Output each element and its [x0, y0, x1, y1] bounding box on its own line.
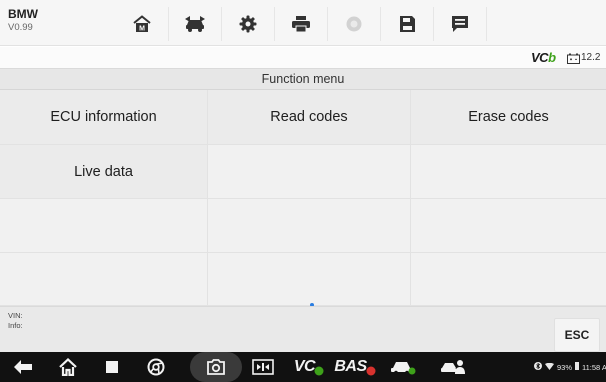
red-badge-icon: [366, 359, 376, 376]
vci-indicator: VCb: [531, 50, 556, 65]
browser-icon: [147, 358, 165, 376]
menu-cell-empty: [411, 145, 606, 199]
back-button[interactable]: [8, 352, 38, 382]
wifi-icon: [545, 362, 554, 372]
vehicle-shortcut-button[interactable]: [386, 352, 420, 382]
top-toolbar: BMW V0.99 M: [0, 0, 606, 46]
message-icon: [450, 15, 470, 33]
vehicle-info: VIN: Info:: [8, 311, 23, 331]
battery-icon: [575, 362, 580, 372]
battery-voltage-icon: [567, 51, 580, 69]
software-version: V0.99: [8, 22, 33, 33]
brand-name: BMW: [8, 7, 38, 21]
menu-item-ecu-information[interactable]: ECU information: [0, 90, 208, 145]
svg-text:M: M: [139, 26, 145, 33]
menu-cell-empty: [411, 253, 606, 306]
info-label: Info:: [8, 321, 23, 330]
menu-cell-empty: [0, 199, 208, 253]
bluetooth-icon: [534, 362, 542, 372]
help-icon: [345, 15, 363, 33]
esc-button[interactable]: ESC: [554, 318, 600, 352]
menu-item-read-codes[interactable]: Read codes: [208, 90, 411, 145]
settings-button[interactable]: [222, 7, 274, 41]
settings-icon: [239, 15, 257, 33]
vcds-shortcut-button[interactable]: VC: [289, 352, 329, 382]
message-button[interactable]: [434, 7, 486, 41]
screenshot-button[interactable]: [199, 352, 233, 382]
remote-expert-button[interactable]: [438, 352, 468, 382]
remote-expert-icon: [441, 359, 465, 375]
green-badge-icon: [314, 359, 324, 376]
screen-mirror-button[interactable]: [248, 352, 278, 382]
vcds-label: VC: [293, 358, 316, 375]
camera-icon: [206, 359, 226, 375]
menu-cell-empty: [208, 199, 411, 253]
bas-shortcut-button[interactable]: BAS: [333, 352, 377, 382]
battery-percent: 93%: [557, 362, 573, 372]
browser-button[interactable]: [141, 352, 171, 382]
clock: 11:58 A: [582, 362, 606, 372]
bas-label: BAS: [334, 358, 367, 375]
car-icon: [390, 359, 416, 375]
recent-apps-button[interactable]: [97, 352, 127, 382]
vin-label: VIN:: [8, 311, 23, 320]
function-menu-grid: ECU information Read codes Erase codes L…: [0, 90, 606, 306]
menu-cell-empty: [0, 253, 208, 306]
print-button[interactable]: [275, 7, 327, 41]
menu-item-erase-codes[interactable]: Erase codes: [411, 90, 606, 145]
help-button[interactable]: [328, 7, 380, 41]
vehicle-brand-block: BMW V0.99: [8, 7, 38, 34]
save-button[interactable]: [381, 7, 433, 41]
function-menu-title: Function menu: [0, 68, 606, 90]
home-button[interactable]: M: [116, 7, 168, 41]
vehicle-swap-button[interactable]: [169, 7, 221, 41]
menu-cell-empty: [208, 145, 411, 199]
home-icon: M: [132, 15, 152, 33]
print-icon: [291, 15, 311, 33]
save-icon: [398, 15, 416, 33]
home-nav-button[interactable]: [53, 352, 83, 382]
screen-mirror-icon: [252, 359, 274, 375]
menu-cell-empty: [411, 199, 606, 253]
recent-apps-icon: [105, 360, 119, 374]
home-nav-icon: [58, 358, 78, 376]
system-status-area: 93% 11:58 A: [534, 362, 606, 372]
system-navigation-bar: VC BAS 93% 11:58 A: [0, 352, 606, 382]
back-icon: [13, 359, 33, 375]
connection-status-bar: VCb 12.2: [0, 47, 606, 68]
battery-voltage: 12.2: [581, 52, 601, 63]
vehicle-info-footer: VIN: Info: ESC: [0, 306, 606, 352]
vehicle-swap-icon: [184, 15, 206, 33]
menu-cell-empty: [208, 253, 411, 306]
menu-item-live-data[interactable]: Live data: [0, 145, 208, 199]
